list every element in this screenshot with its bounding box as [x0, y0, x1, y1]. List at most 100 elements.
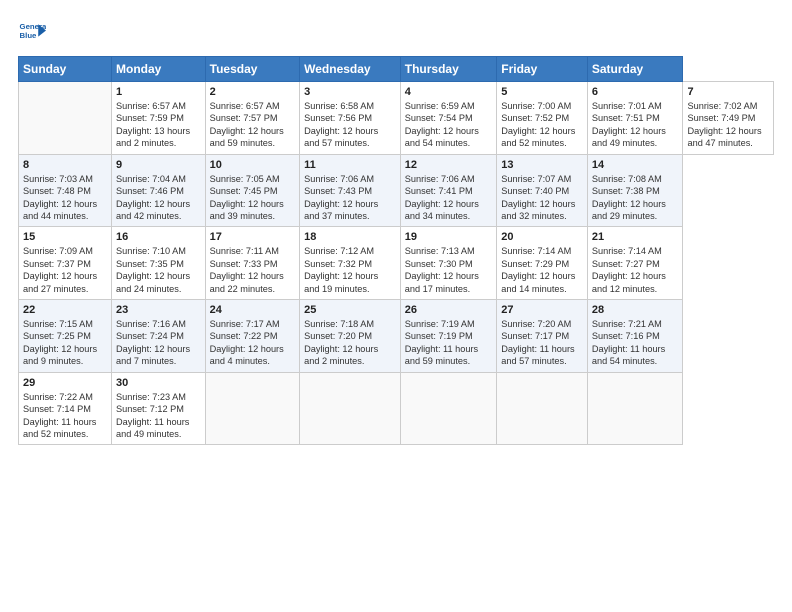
calendar-cell: 27 Sunrise: 7:20 AM Sunset: 7:17 PM Dayli…	[497, 300, 588, 373]
calendar-cell: 28 Sunrise: 7:21 AM Sunset: 7:16 PM Dayli…	[587, 300, 683, 373]
day-number: 20	[501, 231, 583, 243]
day-info: Sunrise: 7:19 AM Sunset: 7:19 PM Dayligh…	[405, 318, 493, 368]
day-number: 4	[405, 86, 493, 98]
week-row-0: 1 Sunrise: 6:57 AM Sunset: 7:59 PM Daylig…	[19, 82, 774, 155]
page: General Blue SundayMondayTuesdayWednesda…	[0, 0, 792, 612]
dow-header-sunday: Sunday	[19, 57, 112, 82]
calendar-cell: 15 Sunrise: 7:09 AM Sunset: 7:37 PM Dayli…	[19, 227, 112, 300]
calendar-cell	[497, 372, 588, 445]
day-number: 5	[501, 86, 583, 98]
day-info: Sunrise: 7:23 AM Sunset: 7:12 PM Dayligh…	[116, 391, 201, 441]
day-number: 19	[405, 231, 493, 243]
week-row-2: 15 Sunrise: 7:09 AM Sunset: 7:37 PM Dayli…	[19, 227, 774, 300]
day-info: Sunrise: 7:00 AM Sunset: 7:52 PM Dayligh…	[501, 100, 583, 150]
dow-header-thursday: Thursday	[400, 57, 497, 82]
day-info: Sunrise: 7:11 AM Sunset: 7:33 PM Dayligh…	[210, 245, 295, 295]
day-info: Sunrise: 6:57 AM Sunset: 7:59 PM Dayligh…	[116, 100, 201, 150]
calendar-cell: 3 Sunrise: 6:58 AM Sunset: 7:56 PM Daylig…	[300, 82, 401, 155]
calendar-table: SundayMondayTuesdayWednesdayThursdayFrid…	[18, 56, 774, 445]
day-info: Sunrise: 7:09 AM Sunset: 7:37 PM Dayligh…	[23, 245, 107, 295]
header: General Blue	[18, 18, 774, 46]
calendar-cell: 25 Sunrise: 7:18 AM Sunset: 7:20 PM Dayli…	[300, 300, 401, 373]
day-info: Sunrise: 7:20 AM Sunset: 7:17 PM Dayligh…	[501, 318, 583, 368]
week-row-4: 29 Sunrise: 7:22 AM Sunset: 7:14 PM Dayli…	[19, 372, 774, 445]
day-number: 17	[210, 231, 295, 243]
calendar-cell: 7 Sunrise: 7:02 AM Sunset: 7:49 PM Daylig…	[683, 82, 774, 155]
calendar-cell: 20 Sunrise: 7:14 AM Sunset: 7:29 PM Dayli…	[497, 227, 588, 300]
calendar-cell: 23 Sunrise: 7:16 AM Sunset: 7:24 PM Dayli…	[112, 300, 206, 373]
day-info: Sunrise: 7:05 AM Sunset: 7:45 PM Dayligh…	[210, 173, 295, 223]
day-number: 2	[210, 86, 295, 98]
calendar-cell: 14 Sunrise: 7:08 AM Sunset: 7:38 PM Dayli…	[587, 154, 683, 227]
day-info: Sunrise: 7:01 AM Sunset: 7:51 PM Dayligh…	[592, 100, 679, 150]
day-number: 1	[116, 86, 201, 98]
day-info: Sunrise: 7:18 AM Sunset: 7:20 PM Dayligh…	[304, 318, 396, 368]
day-number: 16	[116, 231, 201, 243]
day-info: Sunrise: 7:07 AM Sunset: 7:40 PM Dayligh…	[501, 173, 583, 223]
day-number: 7	[687, 86, 769, 98]
day-number: 25	[304, 304, 396, 316]
calendar-cell	[587, 372, 683, 445]
day-info: Sunrise: 7:14 AM Sunset: 7:27 PM Dayligh…	[592, 245, 679, 295]
calendar-cell: 29 Sunrise: 7:22 AM Sunset: 7:14 PM Dayli…	[19, 372, 112, 445]
calendar-cell: 16 Sunrise: 7:10 AM Sunset: 7:35 PM Dayli…	[112, 227, 206, 300]
day-number: 22	[23, 304, 107, 316]
day-info: Sunrise: 7:22 AM Sunset: 7:14 PM Dayligh…	[23, 391, 107, 441]
day-number: 24	[210, 304, 295, 316]
day-info: Sunrise: 7:21 AM Sunset: 7:16 PM Dayligh…	[592, 318, 679, 368]
day-number: 11	[304, 159, 396, 171]
day-info: Sunrise: 7:04 AM Sunset: 7:46 PM Dayligh…	[116, 173, 201, 223]
calendar-cell: 10 Sunrise: 7:05 AM Sunset: 7:45 PM Dayli…	[205, 154, 299, 227]
days-of-week-row: SundayMondayTuesdayWednesdayThursdayFrid…	[19, 57, 774, 82]
calendar-cell	[19, 82, 112, 155]
day-number: 10	[210, 159, 295, 171]
day-number: 21	[592, 231, 679, 243]
calendar-cell: 11Sunrise: 7:06 AM Sunset: 7:43 PM Dayli…	[300, 154, 401, 227]
day-info: Sunrise: 7:13 AM Sunset: 7:30 PM Dayligh…	[405, 245, 493, 295]
day-number: 28	[592, 304, 679, 316]
calendar-cell: 8Sunrise: 7:03 AM Sunset: 7:48 PM Daylig…	[19, 154, 112, 227]
day-info: Sunrise: 7:14 AM Sunset: 7:29 PM Dayligh…	[501, 245, 583, 295]
day-number: 14	[592, 159, 679, 171]
calendar-cell	[205, 372, 299, 445]
calendar-cell: 17 Sunrise: 7:11 AM Sunset: 7:33 PM Dayli…	[205, 227, 299, 300]
calendar-cell: 22Sunrise: 7:15 AM Sunset: 7:25 PM Dayli…	[19, 300, 112, 373]
day-info: Sunrise: 7:02 AM Sunset: 7:49 PM Dayligh…	[687, 100, 769, 150]
day-number: 6	[592, 86, 679, 98]
day-number: 27	[501, 304, 583, 316]
calendar-cell: 13Sunrise: 7:07 AM Sunset: 7:40 PM Dayli…	[497, 154, 588, 227]
calendar-cell: 19 Sunrise: 7:13 AM Sunset: 7:30 PM Dayli…	[400, 227, 497, 300]
logo: General Blue	[18, 18, 50, 46]
calendar-body: 1 Sunrise: 6:57 AM Sunset: 7:59 PM Daylig…	[19, 82, 774, 445]
day-number: 15	[23, 231, 107, 243]
day-number: 3	[304, 86, 396, 98]
calendar-cell: 30 Sunrise: 7:23 AM Sunset: 7:12 PM Dayli…	[112, 372, 206, 445]
day-number: 29	[23, 377, 107, 389]
day-info: Sunrise: 6:59 AM Sunset: 7:54 PM Dayligh…	[405, 100, 493, 150]
day-info: Sunrise: 7:10 AM Sunset: 7:35 PM Dayligh…	[116, 245, 201, 295]
day-info: Sunrise: 6:58 AM Sunset: 7:56 PM Dayligh…	[304, 100, 396, 150]
day-info: Sunrise: 6:57 AM Sunset: 7:57 PM Dayligh…	[210, 100, 295, 150]
dow-header-tuesday: Tuesday	[205, 57, 299, 82]
day-info: Sunrise: 7:08 AM Sunset: 7:38 PM Dayligh…	[592, 173, 679, 223]
calendar-cell: 6 Sunrise: 7:01 AM Sunset: 7:51 PM Daylig…	[587, 82, 683, 155]
day-number: 26	[405, 304, 493, 316]
calendar-cell: 18Sunrise: 7:12 AM Sunset: 7:32 PM Dayli…	[300, 227, 401, 300]
day-number: 8	[23, 159, 107, 171]
day-number: 12	[405, 159, 493, 171]
calendar-cell: 12Sunrise: 7:06 AM Sunset: 7:41 PM Dayli…	[400, 154, 497, 227]
svg-text:Blue: Blue	[20, 31, 38, 40]
calendar-cell	[400, 372, 497, 445]
day-info: Sunrise: 7:17 AM Sunset: 7:22 PM Dayligh…	[210, 318, 295, 368]
calendar-cell	[300, 372, 401, 445]
logo-icon: General Blue	[18, 18, 46, 46]
calendar-cell: 4 Sunrise: 6:59 AM Sunset: 7:54 PM Daylig…	[400, 82, 497, 155]
day-number: 23	[116, 304, 201, 316]
calendar-cell: 24 Sunrise: 7:17 AM Sunset: 7:22 PM Dayli…	[205, 300, 299, 373]
week-row-1: 8Sunrise: 7:03 AM Sunset: 7:48 PM Daylig…	[19, 154, 774, 227]
day-number: 30	[116, 377, 201, 389]
day-number: 9	[116, 159, 201, 171]
day-number: 18	[304, 231, 396, 243]
day-info: Sunrise: 7:16 AM Sunset: 7:24 PM Dayligh…	[116, 318, 201, 368]
dow-header-saturday: Saturday	[587, 57, 683, 82]
